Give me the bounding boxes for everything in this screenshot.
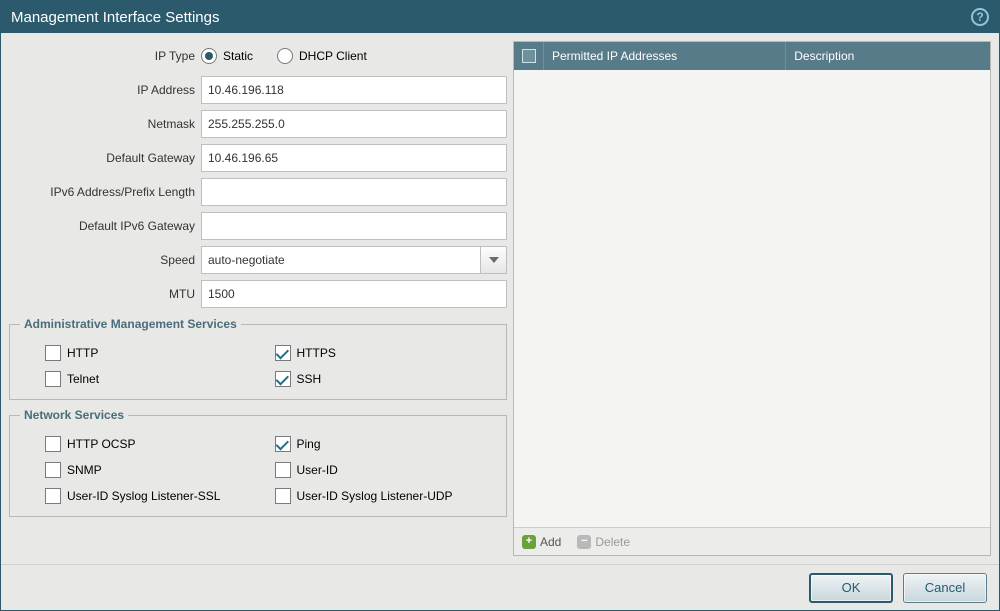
permitted-ip-table: Permitted IP Addresses Description + Add… (513, 41, 991, 556)
check-http-label: HTTP (67, 346, 98, 360)
ip-address-input[interactable] (201, 76, 507, 104)
check-telnet-label: Telnet (67, 372, 99, 386)
checkbox-icon (275, 488, 291, 504)
checkbox-icon (522, 49, 536, 63)
speed-select[interactable]: auto-negotiate (201, 246, 507, 274)
col-description[interactable]: Description (786, 42, 990, 70)
checkbox-icon (45, 462, 61, 478)
delete-button[interactable]: − Delete (577, 535, 630, 549)
ipv6-address-label: IPv6 Address/Prefix Length (9, 185, 201, 199)
check-https[interactable]: HTTPS (275, 345, 497, 361)
checkbox-icon (45, 371, 61, 387)
radio-dhcp[interactable]: DHCP Client (277, 48, 367, 64)
row-ip-type: IP Type Static DHCP Client (9, 41, 507, 71)
checkbox-icon (275, 436, 291, 452)
check-http[interactable]: HTTP (45, 345, 267, 361)
mtu-input[interactable] (201, 280, 507, 308)
delete-label: Delete (595, 535, 630, 549)
check-snmp[interactable]: SNMP (45, 462, 267, 478)
check-snmp-label: SNMP (67, 463, 102, 477)
check-http-ocsp-label: HTTP OCSP (67, 437, 135, 451)
mtu-label: MTU (9, 287, 201, 301)
radio-static-label: Static (223, 49, 253, 63)
default-gateway-label: Default Gateway (9, 151, 201, 165)
checkbox-icon (45, 488, 61, 504)
admin-services-legend: Administrative Management Services (20, 317, 241, 331)
dialog-body: IP Type Static DHCP Client IP Address (1, 33, 999, 564)
checkbox-icon (45, 436, 61, 452)
col-permitted-ip[interactable]: Permitted IP Addresses (544, 42, 786, 70)
ipv6-address-input[interactable] (201, 178, 507, 206)
admin-services-grid: HTTP HTTPS Telnet SSH (20, 345, 496, 387)
admin-services-group: Administrative Management Services HTTP … (9, 317, 507, 400)
check-ssh[interactable]: SSH (275, 371, 497, 387)
default-gateway-input[interactable] (201, 144, 507, 172)
checkbox-icon (45, 345, 61, 361)
speed-value: auto-negotiate (208, 253, 285, 267)
check-userid-syslog-ssl-label: User-ID Syslog Listener-SSL (67, 489, 220, 503)
minus-icon: − (577, 535, 591, 549)
table-footer: + Add − Delete (514, 527, 990, 555)
plus-icon: + (522, 535, 536, 549)
row-ip-address: IP Address (9, 75, 507, 105)
chevron-down-icon (480, 247, 506, 273)
table-header: Permitted IP Addresses Description (514, 42, 990, 70)
speed-label: Speed (9, 253, 201, 267)
management-interface-settings-dialog: Management Interface Settings ? IP Type … (0, 0, 1000, 611)
ip-type-radio-group: Static DHCP Client (201, 48, 507, 64)
row-default-gateway: Default Gateway (9, 143, 507, 173)
check-https-label: HTTPS (297, 346, 336, 360)
check-userid-syslog-udp[interactable]: User-ID Syslog Listener-UDP (275, 488, 497, 504)
row-ipv6-gateway: Default IPv6 Gateway (9, 211, 507, 241)
row-speed: Speed auto-negotiate (9, 245, 507, 275)
radio-icon (201, 48, 217, 64)
network-services-group: Network Services HTTP OCSP Ping SNMP (9, 408, 507, 517)
network-services-legend: Network Services (20, 408, 128, 422)
netmask-input[interactable] (201, 110, 507, 138)
checkbox-icon (275, 345, 291, 361)
left-pane: IP Type Static DHCP Client IP Address (9, 41, 507, 556)
check-ssh-label: SSH (297, 372, 322, 386)
row-netmask: Netmask (9, 109, 507, 139)
dialog-title: Management Interface Settings (11, 9, 219, 26)
checkbox-icon (275, 371, 291, 387)
check-ping[interactable]: Ping (275, 436, 497, 452)
ip-type-label: IP Type (9, 49, 201, 63)
table-body (514, 70, 990, 527)
add-button[interactable]: + Add (522, 535, 561, 549)
check-telnet[interactable]: Telnet (45, 371, 267, 387)
cancel-button[interactable]: Cancel (903, 573, 987, 603)
netmask-label: Netmask (9, 117, 201, 131)
ipv6-gateway-label: Default IPv6 Gateway (9, 219, 201, 233)
checkbox-icon (275, 462, 291, 478)
check-userid-label: User-ID (297, 463, 338, 477)
row-mtu: MTU (9, 279, 507, 309)
ip-address-label: IP Address (9, 83, 201, 97)
check-http-ocsp[interactable]: HTTP OCSP (45, 436, 267, 452)
add-label: Add (540, 535, 561, 549)
ipv6-gateway-input[interactable] (201, 212, 507, 240)
help-icon[interactable]: ? (971, 8, 989, 26)
radio-icon (277, 48, 293, 64)
check-userid[interactable]: User-ID (275, 462, 497, 478)
check-ping-label: Ping (297, 437, 321, 451)
check-userid-syslog-udp-label: User-ID Syslog Listener-UDP (297, 489, 453, 503)
ok-button[interactable]: OK (809, 573, 893, 603)
dialog-footer: OK Cancel (1, 564, 999, 610)
radio-static[interactable]: Static (201, 48, 253, 64)
titlebar: Management Interface Settings ? (1, 1, 999, 33)
row-ipv6-address: IPv6 Address/Prefix Length (9, 177, 507, 207)
radio-dhcp-label: DHCP Client (299, 49, 367, 63)
header-checkbox-cell[interactable] (514, 42, 544, 70)
network-services-grid: HTTP OCSP Ping SNMP User-ID (20, 436, 496, 504)
check-userid-syslog-ssl[interactable]: User-ID Syslog Listener-SSL (45, 488, 267, 504)
